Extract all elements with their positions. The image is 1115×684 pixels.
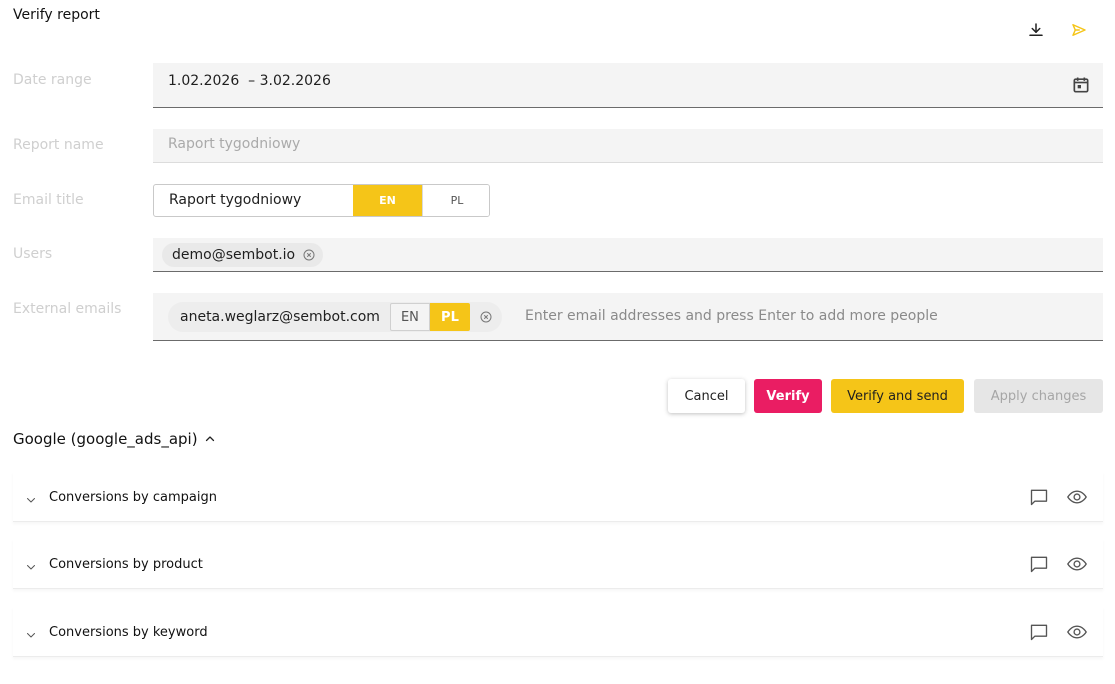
external-emails-input[interactable] (525, 308, 1085, 324)
eye-icon[interactable] (1066, 554, 1088, 574)
eye-icon[interactable] (1066, 487, 1088, 507)
external-emails-field[interactable]: aneta.weglarz@sembot.com EN PL (153, 293, 1103, 341)
comment-icon[interactable] (1029, 554, 1049, 574)
email-title-value: Raport tygodniowy (169, 192, 302, 208)
section-title: Google (google_ads_api) (13, 430, 198, 448)
send-icon[interactable] (1069, 20, 1089, 40)
apply-changes-button[interactable]: Apply changes (974, 379, 1103, 413)
section-header-google[interactable]: Google (google_ads_api) (13, 430, 216, 448)
email-title-lang-pl-button[interactable]: PL (422, 185, 489, 216)
email-title-field[interactable]: Raport tygodniowy EN PL (153, 184, 490, 217)
external-email-lang-pl-button[interactable]: PL (429, 303, 470, 331)
panel-label: Conversions by product (49, 557, 203, 572)
external-email-lang-en-button[interactable]: EN (389, 303, 430, 331)
date-range-label: Date range (13, 72, 92, 88)
verify-button[interactable]: Verify (754, 379, 822, 413)
download-icon[interactable] (1026, 20, 1046, 40)
comment-icon[interactable] (1029, 622, 1049, 642)
remove-chip-icon[interactable] (480, 311, 492, 323)
users-field[interactable]: demo@sembot.io (153, 238, 1103, 272)
user-chip-email: demo@sembot.io (172, 247, 296, 263)
panel-conversions-by-product[interactable]: Conversions by product (13, 539, 1103, 589)
verify-and-send-button[interactable]: Verify and send (831, 379, 964, 413)
date-range-value: 1.02.2026 – 3.02.2026 (168, 73, 331, 89)
external-emails-label: External emails (13, 301, 122, 317)
calendar-icon[interactable] (1071, 75, 1091, 95)
page-title: Verify report (13, 7, 100, 23)
remove-chip-icon[interactable] (303, 249, 315, 261)
report-name-label: Report name (13, 137, 104, 153)
comment-icon[interactable] (1029, 487, 1049, 507)
external-email-chip: aneta.weglarz@sembot.com EN PL (168, 302, 502, 332)
chevron-up-icon (205, 436, 214, 442)
cancel-button[interactable]: Cancel (668, 379, 745, 413)
external-email-chip-email: aneta.weglarz@sembot.com (180, 309, 380, 325)
eye-icon[interactable] (1066, 622, 1088, 642)
chevron-down-icon (27, 565, 35, 570)
panel-conversions-by-campaign[interactable]: Conversions by campaign (13, 472, 1103, 522)
email-title-label: Email title (13, 192, 84, 208)
user-chip: demo@sembot.io (162, 243, 324, 267)
chevron-down-icon (27, 498, 35, 503)
chevron-down-icon (27, 633, 35, 638)
report-name-input[interactable] (168, 136, 1068, 152)
report-name-field (153, 129, 1103, 163)
panel-label: Conversions by campaign (49, 490, 217, 505)
email-title-lang-en-button[interactable]: EN (353, 185, 422, 216)
date-range-field[interactable]: 1.02.2026 – 3.02.2026 (153, 63, 1103, 108)
panel-label: Conversions by keyword (49, 625, 208, 640)
panel-conversions-by-keyword[interactable]: Conversions by keyword (13, 607, 1103, 657)
users-label: Users (13, 246, 53, 262)
